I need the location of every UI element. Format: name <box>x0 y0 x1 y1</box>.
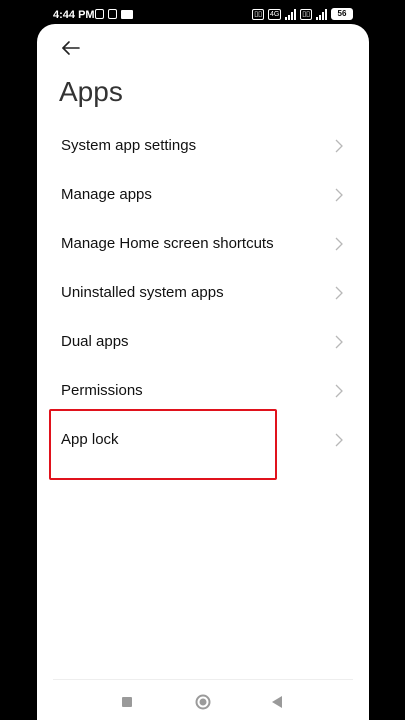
signal-icon <box>285 8 297 20</box>
navigation-bar <box>37 684 369 720</box>
chevron-right-icon <box>335 384 343 397</box>
menu-item-uninstalled-system-apps[interactable]: Uninstalled system apps <box>37 268 369 317</box>
notification-icon <box>95 9 104 19</box>
menu-item-label: App lock <box>61 431 119 448</box>
menu-item-label: System app settings <box>61 137 197 154</box>
battery-icon: 56 <box>331 8 353 20</box>
chevron-right-icon <box>335 188 343 201</box>
menu-item-label: Dual apps <box>61 333 129 350</box>
home-button[interactable] <box>191 690 215 714</box>
menu-item-app-lock[interactable]: App lock <box>37 415 369 464</box>
menu-item-system-app-settings[interactable]: System app settings <box>37 121 369 170</box>
chevron-right-icon <box>335 237 343 250</box>
status-system-icons: ▯▯ 4G ▯▯ 56 <box>252 8 353 20</box>
volte-icon: ▯▯ <box>300 8 312 20</box>
back-button[interactable] <box>59 38 83 58</box>
nav-divider <box>53 679 353 680</box>
menu-item-label: Manage apps <box>61 186 152 203</box>
chevron-right-icon <box>335 433 343 446</box>
chevron-right-icon <box>335 335 343 348</box>
menu-item-dual-apps[interactable]: Dual apps <box>37 317 369 366</box>
recent-apps-button[interactable] <box>115 690 139 714</box>
menu-item-label: Permissions <box>61 382 143 399</box>
page-title: Apps <box>59 76 123 107</box>
apps-menu: System app settings Manage apps Manage H… <box>37 121 369 464</box>
notification-icon <box>108 9 117 19</box>
status-notification-icons <box>95 9 133 19</box>
menu-item-manage-home-screen-shortcuts[interactable]: Manage Home screen shortcuts <box>37 219 369 268</box>
chevron-right-icon <box>335 139 343 152</box>
menu-item-permissions[interactable]: Permissions <box>37 366 369 415</box>
square-icon <box>122 697 132 707</box>
menu-item-manage-apps[interactable]: Manage apps <box>37 170 369 219</box>
nav-back-button[interactable] <box>265 690 289 714</box>
settings-screen: Apps System app settings Manage apps Man… <box>37 24 369 720</box>
chevron-right-icon <box>335 286 343 299</box>
triangle-back-icon <box>272 696 282 708</box>
network-type-icon: 4G <box>267 8 282 20</box>
menu-item-label: Manage Home screen shortcuts <box>61 235 274 252</box>
circle-icon <box>195 694 211 710</box>
menu-item-label: Uninstalled system apps <box>61 284 224 301</box>
signal-icon <box>316 8 327 20</box>
video-camera-icon <box>121 10 133 19</box>
arrow-left-icon <box>62 41 80 55</box>
volte-icon: ▯▯ <box>252 8 264 20</box>
status-time: 4:44 PM <box>53 9 95 21</box>
